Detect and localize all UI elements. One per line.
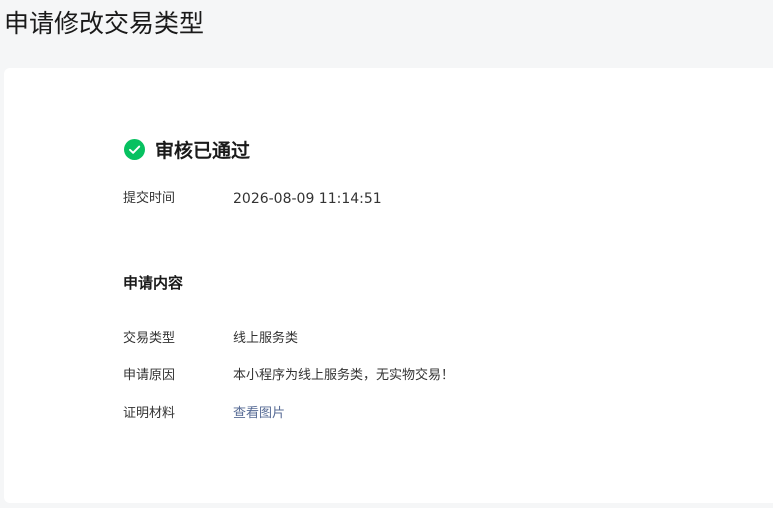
section-title-request-content: 申请内容	[123, 274, 184, 292]
submit-time-row: 提交时间 2026-08-09 11:14:51	[123, 189, 382, 209]
status-text: 审核已通过	[155, 140, 251, 162]
check-circle-icon	[124, 139, 145, 160]
field-row-reason: 申请原因 本小程序为线上服务类，无实物交易！	[123, 366, 454, 386]
field-row-proof: 证明材料 查看图片	[123, 404, 285, 424]
detail-card: 审核已通过 提交时间 2026-08-09 11:14:51 申请内容 交易类型…	[4, 68, 773, 503]
page-title: 申请修改交易类型	[4, 9, 205, 38]
submit-time-value: 2026-08-09 11:14:51	[233, 191, 382, 207]
field-value: 线上服务类	[233, 331, 299, 346]
field-label: 交易类型	[123, 331, 176, 346]
view-image-link[interactable]: 查看图片	[233, 404, 285, 424]
field-label: 证明材料	[123, 406, 176, 421]
field-row-transaction-type: 交易类型 线上服务类	[123, 329, 298, 349]
submit-time-label: 提交时间	[123, 191, 176, 206]
field-value: 本小程序为线上服务类，无实物交易！	[233, 368, 455, 383]
review-status: 审核已通过	[124, 136, 250, 163]
field-label: 申请原因	[123, 368, 176, 383]
